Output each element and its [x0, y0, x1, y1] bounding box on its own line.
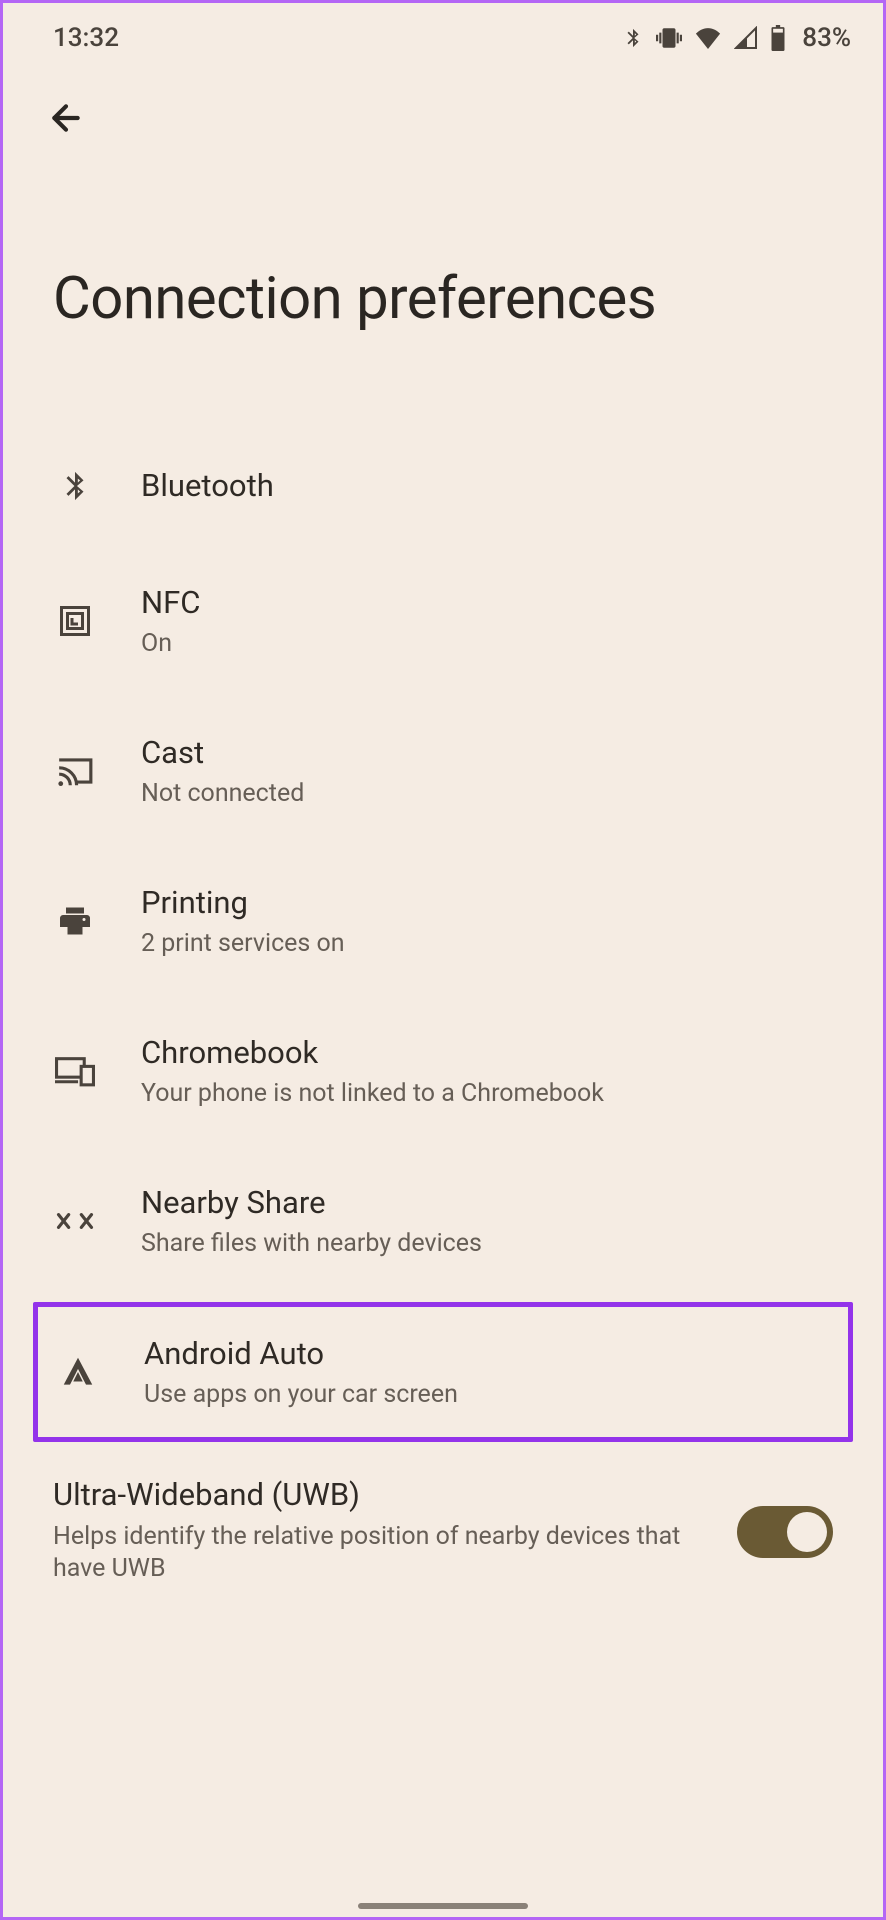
item-title: Android Auto — [144, 1335, 830, 1372]
item-subtitle: Not connected — [141, 779, 833, 808]
battery-percent: 83% — [802, 23, 851, 53]
nearby-share-icon — [53, 1199, 97, 1243]
item-title: Ultra-Wideband (UWB) — [53, 1476, 717, 1513]
printer-icon — [53, 899, 97, 943]
vibrate-status-icon — [656, 25, 682, 51]
item-subtitle: Share files with nearby devices — [141, 1229, 833, 1258]
item-subtitle: Your phone is not linked to a Chromebook — [141, 1079, 833, 1108]
settings-item-nearby-share[interactable]: Nearby Share Share files with nearby dev… — [3, 1146, 883, 1296]
cellular-status-icon — [734, 26, 758, 50]
android-auto-icon — [56, 1350, 100, 1394]
settings-item-nfc[interactable]: NFC On — [3, 546, 883, 696]
settings-item-bluetooth[interactable]: Bluetooth — [3, 426, 883, 546]
item-title: Bluetooth — [141, 467, 833, 504]
settings-item-printing[interactable]: Printing 2 print services on — [3, 846, 883, 996]
item-title: Chromebook — [141, 1034, 833, 1071]
devices-icon — [53, 1049, 97, 1093]
item-title: NFC — [141, 584, 833, 621]
page-title: Connection preferences — [3, 173, 883, 426]
settings-item-android-auto[interactable]: Android Auto Use apps on your car screen — [33, 1302, 853, 1442]
nav-handle[interactable] — [358, 1903, 528, 1909]
cast-icon — [53, 749, 97, 793]
settings-item-cast[interactable]: Cast Not connected — [3, 696, 883, 846]
item-subtitle: Use apps on your car screen — [144, 1380, 830, 1409]
status-time: 13:32 — [53, 23, 119, 53]
settings-list: Bluetooth NFC On Cast Not connected Prin… — [3, 426, 883, 1586]
status-icons: 83% — [622, 23, 851, 53]
uwb-toggle[interactable] — [737, 1506, 833, 1558]
settings-item-chromebook[interactable]: Chromebook Your phone is not linked to a… — [3, 996, 883, 1146]
item-title: Nearby Share — [141, 1184, 833, 1221]
bluetooth-icon — [53, 464, 97, 508]
item-title: Printing — [141, 884, 833, 921]
status-bar: 13:32 83% — [3, 3, 883, 63]
toolbar — [3, 63, 883, 173]
back-button[interactable] — [41, 93, 91, 143]
bluetooth-status-icon — [622, 25, 644, 51]
nfc-icon — [53, 599, 97, 643]
settings-item-uwb[interactable]: Ultra-Wideband (UWB) Helps identify the … — [3, 1448, 883, 1586]
wifi-status-icon — [694, 27, 722, 49]
arrow-back-icon — [46, 98, 86, 138]
item-subtitle: 2 print services on — [141, 929, 833, 958]
item-subtitle: On — [141, 629, 833, 658]
battery-status-icon — [770, 25, 786, 51]
item-subtitle: Helps identify the relative position of … — [53, 1521, 717, 1586]
item-title: Cast — [141, 734, 833, 771]
toggle-knob — [787, 1512, 827, 1552]
